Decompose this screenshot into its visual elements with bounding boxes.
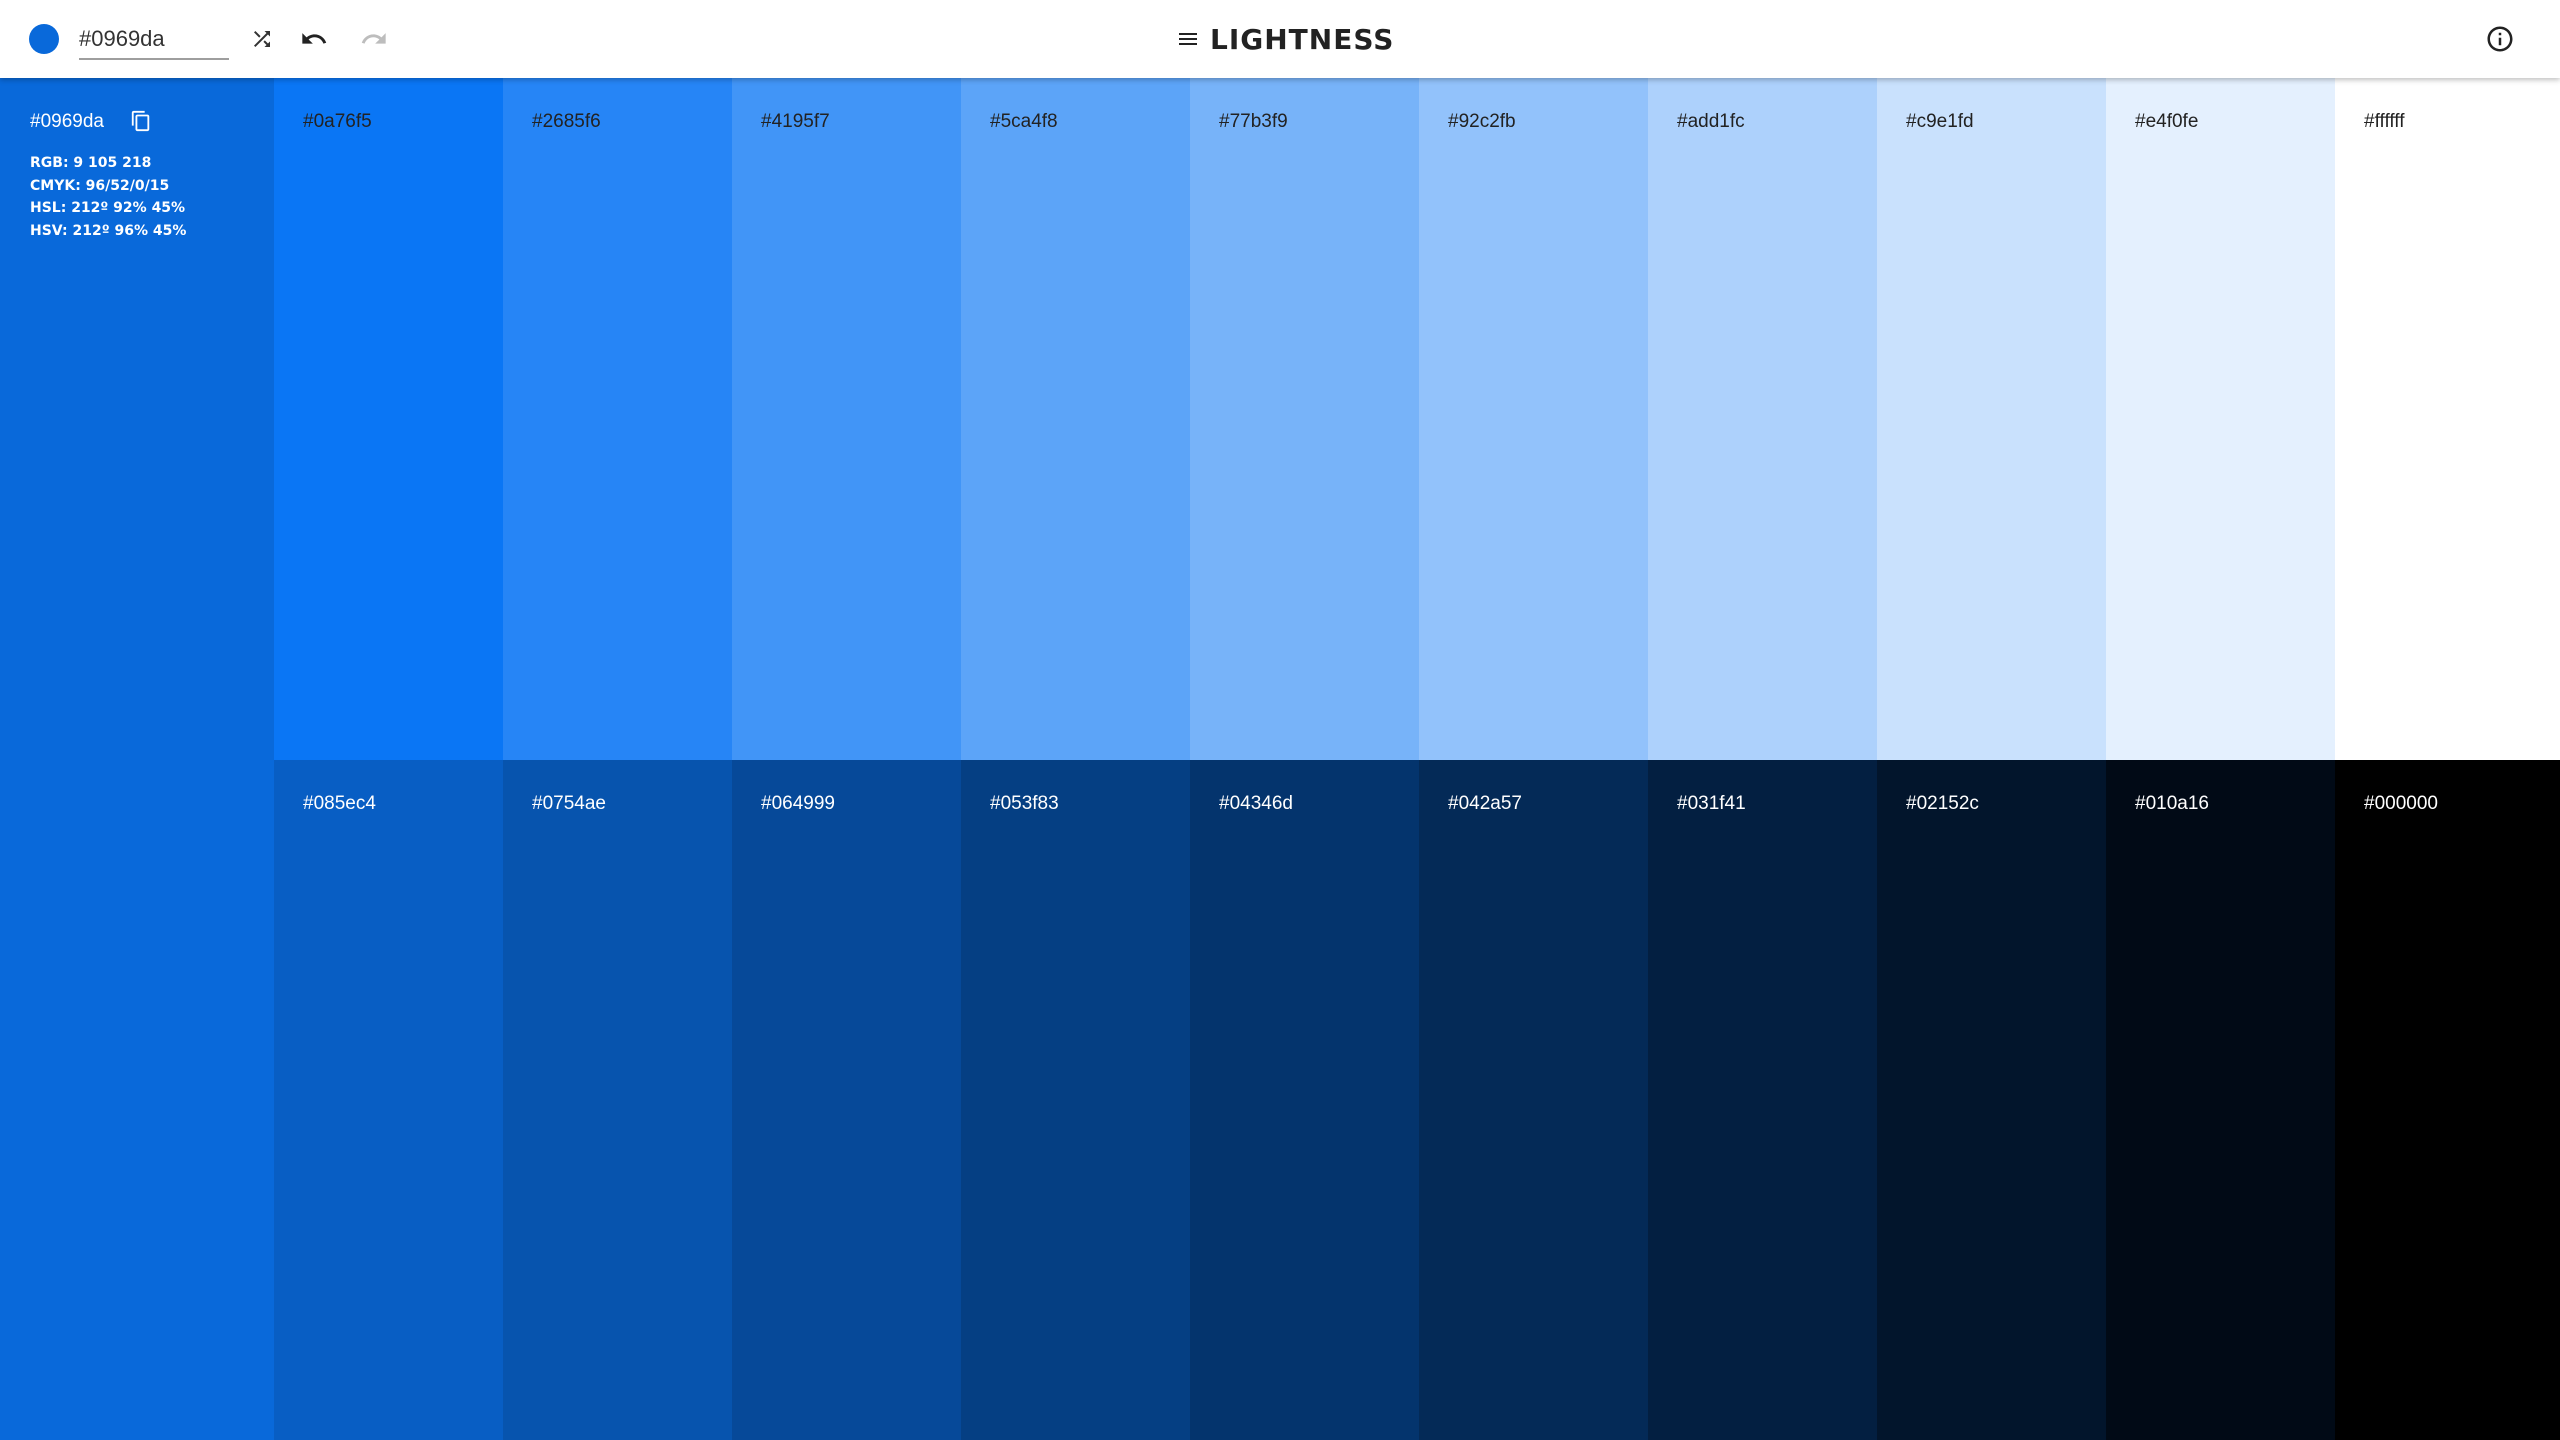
swatch-hex-label: #042a57 bbox=[1448, 793, 1522, 814]
darker-swatch-9[interactable]: #010a16 bbox=[2106, 760, 2335, 1440]
copy-icon[interactable] bbox=[128, 108, 154, 134]
undo-icon[interactable] bbox=[298, 23, 330, 55]
color-preview-dot[interactable] bbox=[29, 24, 59, 54]
darker-swatch-4[interactable]: #053f83 bbox=[961, 760, 1190, 1440]
hex-color-input[interactable] bbox=[79, 20, 229, 60]
top-toolbar: LIGHTNESS bbox=[0, 0, 2560, 78]
swatch-hex-label: #053f83 bbox=[990, 793, 1059, 814]
swatch-hex-label: #0a76f5 bbox=[303, 111, 372, 132]
swatch-hex-label: #064999 bbox=[761, 793, 835, 814]
page-title: LIGHTNESS bbox=[1210, 22, 1395, 56]
swatch-hex-label: #010a16 bbox=[2135, 793, 2209, 814]
darker-swatch-5[interactable]: #04346d bbox=[1190, 760, 1419, 1440]
swatch-hex-label: #085ec4 bbox=[303, 793, 376, 814]
darker-swatch-10[interactable]: #000000 bbox=[2335, 760, 2560, 1440]
info-icon[interactable] bbox=[2484, 23, 2516, 55]
lighter-swatch-7[interactable]: #add1fc bbox=[1648, 78, 1877, 760]
color-values: RGB: 9 105 218 CMYK: 96/52/0/15 HSL: 212… bbox=[30, 152, 186, 242]
swatch-hex-label: #04346d bbox=[1219, 793, 1293, 814]
swatch-hex-label: #92c2fb bbox=[1448, 111, 1516, 132]
lighter-swatch-5[interactable]: #77b3f9 bbox=[1190, 78, 1419, 760]
darker-swatch-7[interactable]: #031f41 bbox=[1648, 760, 1877, 1440]
swatch-hex-label: #031f41 bbox=[1677, 793, 1746, 814]
swatch-hex-label: #e4f0fe bbox=[2135, 111, 2199, 132]
swatch-hex-label: #02152c bbox=[1906, 793, 1979, 814]
darker-swatch-2[interactable]: #0754ae bbox=[503, 760, 732, 1440]
swatch-hex-label: #c9e1fd bbox=[1906, 111, 1974, 132]
darker-swatch-1[interactable]: #085ec4 bbox=[274, 760, 503, 1440]
darker-swatch-6[interactable]: #042a57 bbox=[1419, 760, 1648, 1440]
lighter-swatch-10[interactable]: #ffffff bbox=[2335, 78, 2560, 760]
lighter-swatch-8[interactable]: #c9e1fd bbox=[1877, 78, 2106, 760]
swatch-hex-label: #ffffff bbox=[2364, 111, 2405, 132]
swatch-hex-label: #0754ae bbox=[532, 793, 606, 814]
lighter-swatch-6[interactable]: #92c2fb bbox=[1419, 78, 1648, 760]
title-menu-button[interactable]: LIGHTNESS bbox=[1176, 18, 1394, 60]
swatch-hex-label: #000000 bbox=[2364, 793, 2438, 814]
lighter-swatch-9[interactable]: #e4f0fe bbox=[2106, 78, 2335, 760]
hsv-value: HSV: 212º 96% 45% bbox=[30, 222, 187, 239]
darker-swatch-3[interactable]: #064999 bbox=[732, 760, 961, 1440]
base-color-panel: #0969da RGB: 9 105 218 CMYK: 96/52/0/15 … bbox=[0, 78, 274, 1440]
hsl-value: HSL: 212º 92% 45% bbox=[30, 200, 186, 216]
lighter-swatch-1[interactable]: #0a76f5 bbox=[274, 78, 503, 760]
swatch-hex-label: #add1fc bbox=[1677, 111, 1745, 132]
menu-icon bbox=[1179, 33, 1197, 45]
cmyk-value: CMYK: 96/52/0/15 bbox=[30, 177, 170, 194]
lighter-swatch-3[interactable]: #4195f7 bbox=[732, 78, 961, 760]
shuffle-icon[interactable] bbox=[246, 23, 278, 55]
swatch-hex-label: #77b3f9 bbox=[1219, 111, 1288, 132]
rgb-value: RGB: 9 105 218 bbox=[30, 155, 152, 171]
swatch-hex-label: #2685f6 bbox=[532, 111, 601, 132]
lighter-swatch-2[interactable]: #2685f6 bbox=[503, 78, 732, 760]
swatch-hex-label: #4195f7 bbox=[761, 111, 830, 132]
lighter-swatch-4[interactable]: #5ca4f8 bbox=[961, 78, 1190, 760]
redo-icon[interactable] bbox=[358, 23, 390, 55]
darker-swatch-8[interactable]: #02152c bbox=[1877, 760, 2106, 1440]
base-color-hex: #0969da bbox=[30, 111, 104, 132]
swatch-hex-label: #5ca4f8 bbox=[990, 111, 1058, 132]
